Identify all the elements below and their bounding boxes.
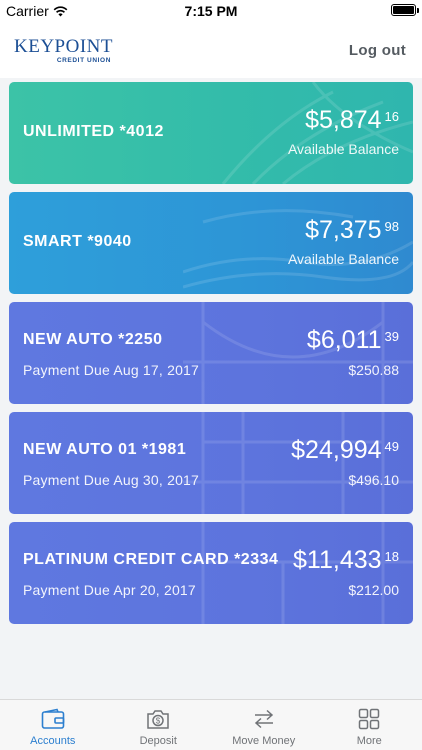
payment-amount: $250.88 <box>348 362 399 378</box>
account-card-new-auto-01[interactable]: NEW AUTO 01 *1981 Payment Due Aug 30, 20… <box>9 412 413 514</box>
transfer-arrows-icon <box>251 706 277 732</box>
account-balance: $6,011 39 <box>307 326 399 355</box>
payment-due: Payment Due Apr 20, 2017 <box>23 582 196 598</box>
balance-dollars: $24,994 <box>291 436 382 464</box>
camera-dollar-icon: $ <box>145 706 171 732</box>
account-card-smart[interactable]: SMART *9040 $7,375 98 Available Balance <box>9 192 413 294</box>
status-bar: Carrier 7:15 PM <box>0 0 422 22</box>
balance-dollars: $5,874 <box>305 106 382 134</box>
tab-accounts[interactable]: Accounts <box>0 700 106 750</box>
payment-amount: $496.10 <box>348 472 399 488</box>
balance-dollars: $11,433 <box>293 546 382 574</box>
account-name: NEW AUTO *2250 <box>23 331 163 348</box>
status-time: 7:15 PM <box>184 3 238 19</box>
tab-label: Deposit <box>139 735 177 747</box>
payment-amount: $212.00 <box>348 582 399 598</box>
logout-button[interactable]: Log out <box>349 42 406 59</box>
grid-icon <box>356 706 382 732</box>
tab-move-money[interactable]: Move Money <box>211 700 317 750</box>
tab-bar: Accounts $ Deposit Move Money More <box>0 699 422 750</box>
tab-label: More <box>356 735 382 747</box>
account-balance: $5,874 16 <box>305 106 399 135</box>
balance-cents: 98 <box>384 219 399 234</box>
balance-dollars: $7,375 <box>305 216 382 244</box>
tab-label: Accounts <box>30 735 76 747</box>
account-card-unlimited[interactable]: UNLIMITED *4012 $5,874 16 Available Bala… <box>9 82 413 184</box>
tab-deposit[interactable]: $ Deposit <box>106 700 212 750</box>
payment-due: Payment Due Aug 30, 2017 <box>23 472 200 488</box>
wallet-icon <box>40 706 66 732</box>
account-balance: $11,433 18 <box>293 546 399 575</box>
balance-cents: 49 <box>384 439 399 454</box>
balance-dollars: $6,011 <box>306 326 382 354</box>
account-name: UNLIMITED *4012 <box>23 123 164 140</box>
tab-label: Move Money <box>232 735 296 747</box>
account-name: NEW AUTO 01 *1981 <box>23 441 187 458</box>
tab-more[interactable]: More <box>317 700 422 750</box>
account-balance: $7,375 98 <box>305 216 399 245</box>
balance-cents: 39 <box>384 329 399 344</box>
svg-text:$: $ <box>156 717 161 726</box>
accounts-list: UNLIMITED *4012 $5,874 16 Available Bala… <box>9 82 413 632</box>
logo-subtitle: CREDIT UNION <box>56 57 111 64</box>
keypoint-logo: KEYPOINT CREDIT UNION <box>14 36 113 64</box>
account-card-new-auto[interactable]: NEW AUTO *2250 Payment Due Aug 17, 2017 … <box>9 302 413 404</box>
header: KEYPOINT CREDIT UNION Log out <box>0 22 422 78</box>
balance-caption: Available Balance <box>287 141 399 157</box>
battery-icon <box>391 4 419 16</box>
account-name: PLATINUM CREDIT CARD *2334 <box>23 551 279 568</box>
account-name: SMART *9040 <box>23 233 132 250</box>
logo-text: KEYPOINT <box>14 36 113 57</box>
balance-caption: Available Balance <box>287 251 399 267</box>
account-balance: $24,994 49 <box>291 436 399 465</box>
account-card-platinum-credit[interactable]: PLATINUM CREDIT CARD *2334 Payment Due A… <box>9 522 413 624</box>
balance-cents: 18 <box>384 549 399 564</box>
balance-cents: 16 <box>384 109 399 124</box>
payment-due: Payment Due Aug 17, 2017 <box>23 362 200 378</box>
